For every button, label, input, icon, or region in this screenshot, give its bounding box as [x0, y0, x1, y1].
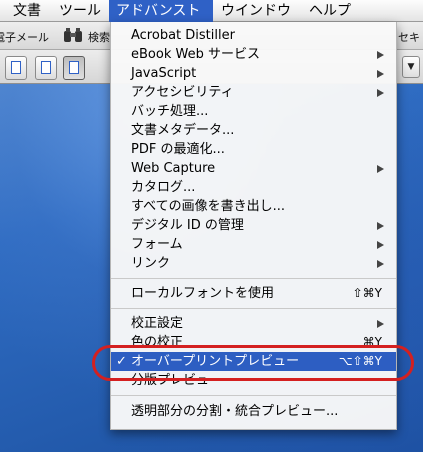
- annotation-oval: [92, 345, 414, 381]
- menu-item-javascript[interactable]: JavaScript: [111, 64, 396, 83]
- menu-bar: 文書 ツール アドバンスト ウインドウ ヘルプ: [0, 0, 423, 22]
- menu-item-export-all-images[interactable]: すべての画像を書き出し...: [111, 197, 396, 216]
- menu-item-forms[interactable]: フォーム: [111, 235, 396, 254]
- menu-item-label: アクセシビリティ: [131, 85, 234, 100]
- menu-item-label: ローカルフォントを使用: [131, 286, 275, 301]
- search-button-label[interactable]: 検索: [88, 29, 110, 45]
- menu-item-accessibility[interactable]: アクセシビリティ: [111, 83, 396, 102]
- menu-item-label: カタログ...: [131, 180, 196, 195]
- menu-item-label: 校正設定: [131, 316, 184, 331]
- submenu-arrow-icon: [377, 260, 384, 268]
- menu-item-flattener-preview[interactable]: 透明部分の分割・統合プレビュー...: [111, 402, 396, 421]
- menu-item-label: すべての画像を書き出し...: [131, 199, 285, 214]
- page-icon: [69, 61, 79, 74]
- submenu-arrow-icon: [377, 165, 384, 173]
- continuous-page-button[interactable]: [35, 56, 57, 80]
- menu-item-catalog[interactable]: カタログ...: [111, 178, 396, 197]
- menu-item-label: 文書メタデータ...: [131, 123, 235, 138]
- menu-tools[interactable]: ツール: [52, 0, 108, 22]
- menu-item-batch-processing[interactable]: バッチ処理...: [111, 102, 396, 121]
- menu-item-label: eBook Web サービス: [131, 47, 260, 62]
- single-page-button[interactable]: [5, 56, 27, 80]
- email-button-label[interactable]: 電子メール: [0, 29, 49, 45]
- submenu-arrow-icon: [377, 320, 384, 328]
- menu-item-ebook-web-service[interactable]: eBook Web サービス: [111, 45, 396, 64]
- menu-item-label: Web Capture: [131, 161, 216, 176]
- menu-item-links[interactable]: リンク: [111, 254, 396, 273]
- menu-item-digital-id[interactable]: デジタル ID の管理: [111, 216, 396, 235]
- menu-item-proof-setup[interactable]: 校正設定: [111, 314, 396, 333]
- menu-document[interactable]: 文書: [6, 0, 48, 22]
- menu-item-label: Acrobat Distiller: [131, 28, 235, 43]
- menu-item-label: リンク: [131, 256, 171, 271]
- menu-help[interactable]: ヘルプ: [302, 0, 358, 22]
- submenu-arrow-icon: [377, 89, 384, 97]
- submenu-arrow-icon: [377, 51, 384, 59]
- menu-item-label: JavaScript: [131, 66, 197, 81]
- menu-item-label: デジタル ID の管理: [131, 218, 244, 233]
- menu-advanced[interactable]: アドバンスト: [109, 0, 213, 22]
- menu-item-web-capture[interactable]: Web Capture: [111, 159, 396, 178]
- menu-separator: [111, 278, 396, 279]
- menu-item-label: フォーム: [131, 237, 183, 252]
- facing-page-button[interactable]: [63, 56, 85, 80]
- menu-item-document-metadata[interactable]: 文書メタデータ...: [111, 121, 396, 140]
- menu-separator: [111, 308, 396, 309]
- menu-item-label: PDF の最適化...: [131, 142, 225, 157]
- menu-item-use-local-fonts[interactable]: ローカルフォントを使用 ⇧⌘Y: [111, 284, 396, 303]
- menu-item-pdf-optimize[interactable]: PDF の最適化...: [111, 140, 396, 159]
- binoculars-icon[interactable]: [63, 27, 83, 44]
- menu-item-label: バッチ処理...: [131, 104, 209, 119]
- submenu-arrow-icon: [377, 241, 384, 249]
- submenu-arrow-icon: [377, 70, 384, 78]
- menu-separator: [111, 395, 396, 396]
- security-button-label[interactable]: セキ: [398, 29, 420, 45]
- page-icon: [41, 61, 51, 74]
- menu-item-acrobat-distiller[interactable]: Acrobat Distiller: [111, 26, 396, 45]
- toolbar-dropdown-arrow[interactable]: ▼: [402, 56, 420, 78]
- page-icon: [11, 61, 21, 74]
- submenu-arrow-icon: [377, 222, 384, 230]
- menu-window[interactable]: ウインドウ: [214, 0, 298, 22]
- menu-item-label: 透明部分の分割・統合プレビュー...: [131, 404, 339, 419]
- menu-item-shortcut: ⇧⌘Y: [352, 286, 382, 300]
